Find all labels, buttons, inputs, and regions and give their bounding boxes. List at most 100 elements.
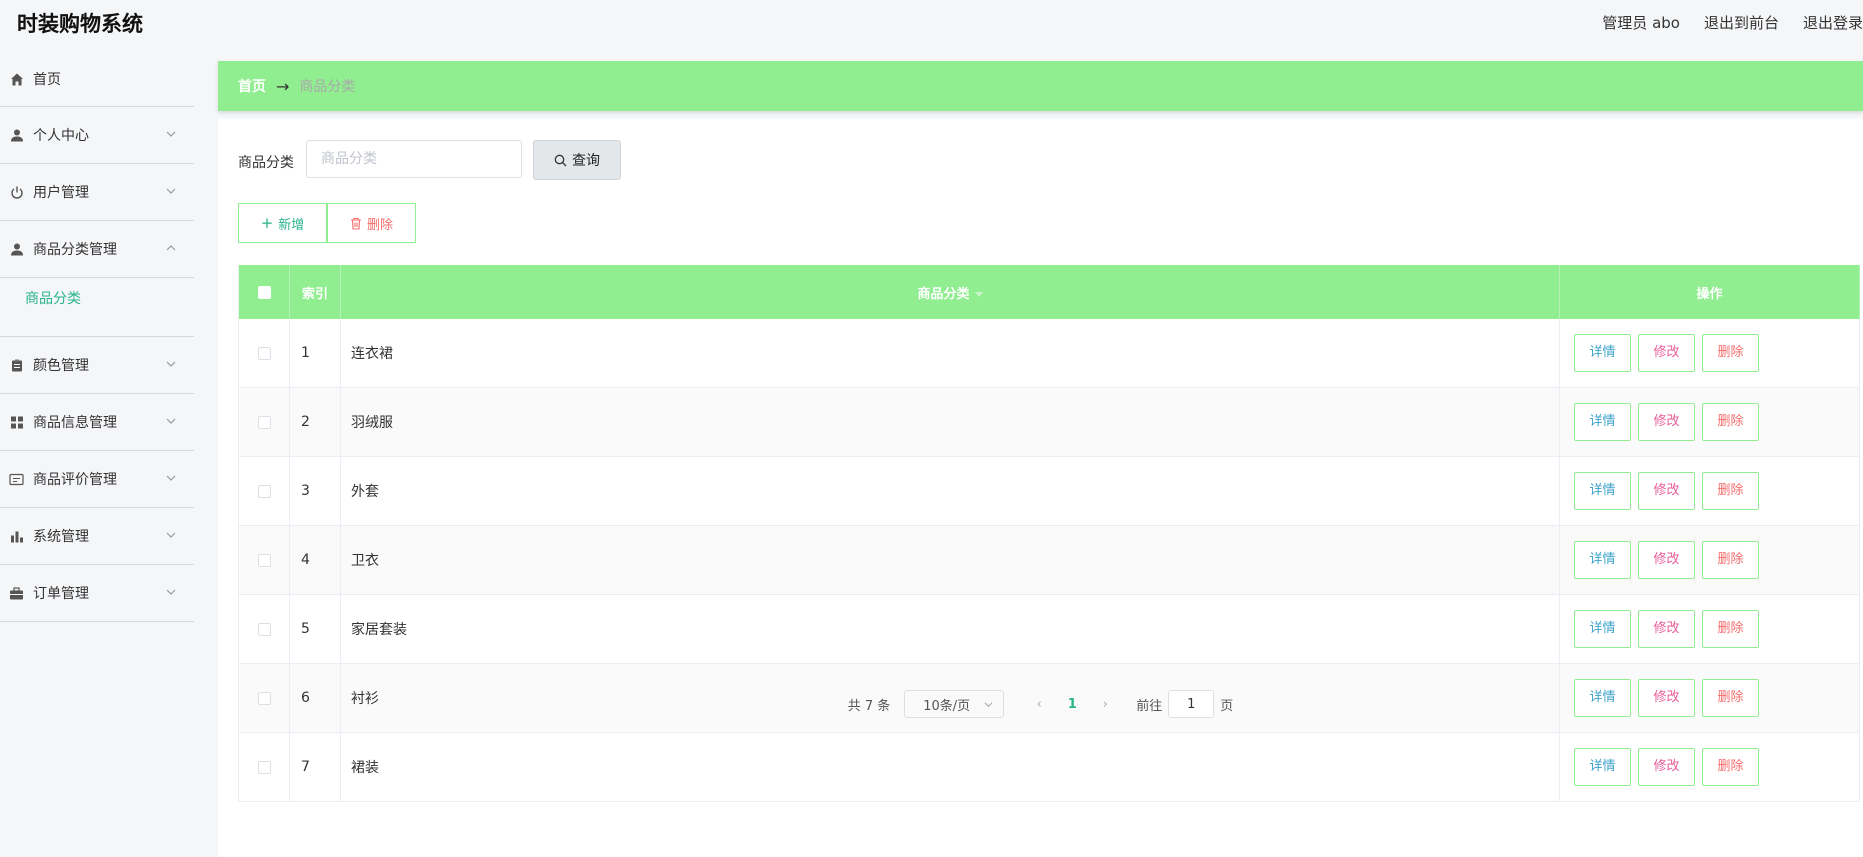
app-title: 时装购物系统 bbox=[17, 12, 143, 36]
row-actions: 详情 修改 删除 bbox=[1559, 594, 1860, 664]
column-header-index: 索引 bbox=[289, 265, 341, 319]
delete-button[interactable]: 删除 bbox=[1702, 403, 1759, 441]
table-header-row: 索引 商品分类 操作 bbox=[238, 265, 1860, 319]
chevron-down-icon bbox=[984, 701, 993, 707]
breadcrumb: 首页 → 商品分类 bbox=[218, 61, 1863, 111]
trash-icon bbox=[350, 217, 361, 230]
page-size-select[interactable]: 10条/页 bbox=[904, 690, 1005, 718]
category-search-input[interactable] bbox=[306, 140, 522, 178]
row-select-cell bbox=[238, 525, 290, 595]
chevron-up-icon bbox=[166, 245, 176, 251]
sidebar-item-review-management[interactable]: 商品评价管理 bbox=[0, 451, 194, 508]
delete-button[interactable]: 删除 bbox=[1702, 610, 1759, 648]
current-user-label[interactable]: 管理员 abo bbox=[1602, 12, 1680, 33]
add-button-label: 新增 bbox=[278, 217, 305, 233]
delete-button[interactable]: 删除 bbox=[1702, 748, 1759, 786]
search-icon bbox=[554, 154, 567, 166]
chevron-down-icon bbox=[166, 361, 176, 367]
row-checkbox[interactable] bbox=[257, 760, 271, 774]
edit-button[interactable]: 修改 bbox=[1638, 748, 1695, 786]
row-category-name: 连衣裙 bbox=[340, 319, 1560, 388]
pagination: 共 7 条 10条/页 ‹ 1 › 前往 页 bbox=[218, 688, 1863, 720]
chevron-down-icon bbox=[166, 418, 176, 424]
row-index: 1 bbox=[289, 319, 341, 388]
detail-button[interactable]: 详情 bbox=[1574, 472, 1631, 510]
select-all-checkbox[interactable] bbox=[257, 285, 271, 299]
bulk-delete-button[interactable]: 删除 bbox=[327, 203, 416, 243]
exit-to-front-link[interactable]: 退出到前台 bbox=[1704, 12, 1779, 33]
row-index: 7 bbox=[289, 732, 341, 802]
page-size-value: 10条/页 bbox=[923, 698, 971, 714]
row-index: 5 bbox=[289, 594, 341, 664]
breadcrumb-home[interactable]: 首页 bbox=[238, 76, 266, 96]
row-index: 3 bbox=[289, 456, 341, 526]
row-category-name: 裙装 bbox=[340, 732, 1560, 802]
row-select-cell bbox=[238, 594, 290, 664]
user-icon bbox=[9, 242, 24, 257]
table-row: 3 外套 详情 修改 删除 bbox=[238, 456, 1860, 526]
delete-button[interactable]: 删除 bbox=[1702, 334, 1759, 372]
search-button-label: 查询 bbox=[572, 153, 600, 169]
row-actions: 详情 修改 删除 bbox=[1559, 456, 1860, 526]
row-checkbox[interactable] bbox=[257, 553, 271, 567]
main-panel: 商品分类 查询 + 新增 删除 索引 商品分类 操作 1连衣裙详情修改删除2羽绒… bbox=[218, 119, 1863, 857]
sidebar-item-product-info[interactable]: 商品信息管理 bbox=[0, 394, 194, 451]
search-button[interactable]: 查询 bbox=[533, 140, 621, 180]
row-actions: 详情 修改 删除 bbox=[1559, 732, 1860, 802]
sidebar-item-user-management[interactable]: 用户管理 bbox=[0, 164, 194, 221]
goto-page-input[interactable] bbox=[1168, 690, 1215, 718]
card-icon bbox=[9, 472, 24, 487]
bar-chart-icon bbox=[9, 529, 24, 544]
sidebar-subitem-category[interactable]: 商品分类 bbox=[25, 288, 81, 308]
row-checkbox[interactable] bbox=[257, 484, 271, 498]
logout-link[interactable]: 退出登录 bbox=[1803, 12, 1863, 33]
table-row: 5 家居套装 详情 修改 删除 bbox=[238, 594, 1860, 664]
home-icon bbox=[9, 72, 24, 87]
row-checkbox[interactable] bbox=[257, 415, 271, 429]
sidebar-item-label: 用户管理 bbox=[33, 185, 89, 201]
pagination-total: 共 7 条 bbox=[847, 698, 891, 714]
row-select-cell bbox=[238, 387, 290, 457]
edit-button[interactable]: 修改 bbox=[1638, 610, 1695, 648]
column-header-category[interactable]: 商品分类 bbox=[340, 265, 1560, 319]
plus-icon: + bbox=[260, 214, 274, 232]
sidebar-item-order-management[interactable]: 订单管理 bbox=[0, 565, 194, 622]
table-row: 4 卫衣 详情 修改 删除 bbox=[238, 525, 1860, 595]
sidebar-item-system-management[interactable]: 系统管理 bbox=[0, 508, 194, 565]
page-number-current[interactable]: 1 bbox=[1054, 697, 1090, 712]
detail-button[interactable]: 详情 bbox=[1574, 334, 1631, 372]
chevron-down-icon bbox=[166, 589, 176, 595]
briefcase-icon bbox=[9, 586, 24, 601]
row-select-cell bbox=[238, 456, 290, 526]
row-index: 4 bbox=[289, 525, 341, 595]
row-actions: 详情 修改 删除 bbox=[1559, 525, 1860, 595]
add-button[interactable]: + 新增 bbox=[238, 203, 327, 243]
row-checkbox[interactable] bbox=[257, 346, 271, 360]
sidebar-item-home[interactable]: 首页 bbox=[0, 52, 194, 107]
chevron-down-icon bbox=[166, 188, 176, 194]
sidebar-item-personal-center[interactable]: 个人中心 bbox=[0, 107, 194, 164]
edit-button[interactable]: 修改 bbox=[1638, 472, 1695, 510]
sidebar-item-label: 首页 bbox=[33, 72, 61, 88]
detail-button[interactable]: 详情 bbox=[1574, 610, 1631, 648]
table-row: 1 连衣裙 详情 修改 删除 bbox=[238, 319, 1860, 388]
detail-button[interactable]: 详情 bbox=[1574, 403, 1631, 441]
sort-caret-icon[interactable] bbox=[974, 291, 983, 297]
detail-button[interactable]: 详情 bbox=[1574, 748, 1631, 786]
delete-button[interactable]: 删除 bbox=[1702, 541, 1759, 579]
edit-button[interactable]: 修改 bbox=[1638, 541, 1695, 579]
column-header-category-label: 商品分类 bbox=[917, 286, 970, 302]
delete-button[interactable]: 删除 bbox=[1702, 472, 1759, 510]
sidebar-item-color-management[interactable]: 颜色管理 bbox=[0, 337, 194, 394]
row-category-name: 家居套装 bbox=[340, 594, 1560, 664]
sidebar: 首页 个人中心 用户管理 商品分类管理 商品分类 颜色管理 商品信息管理 商品评… bbox=[0, 52, 194, 622]
row-checkbox[interactable] bbox=[257, 622, 271, 636]
sidebar-item-category-management[interactable]: 商品分类管理 bbox=[0, 221, 194, 278]
detail-button[interactable]: 详情 bbox=[1574, 541, 1631, 579]
prev-page-button[interactable]: ‹ bbox=[1024, 697, 1054, 712]
next-page-button[interactable]: › bbox=[1090, 697, 1120, 712]
breadcrumb-arrow: → bbox=[276, 76, 290, 96]
row-category-name: 羽绒服 bbox=[340, 387, 1560, 457]
edit-button[interactable]: 修改 bbox=[1638, 334, 1695, 372]
edit-button[interactable]: 修改 bbox=[1638, 403, 1695, 441]
